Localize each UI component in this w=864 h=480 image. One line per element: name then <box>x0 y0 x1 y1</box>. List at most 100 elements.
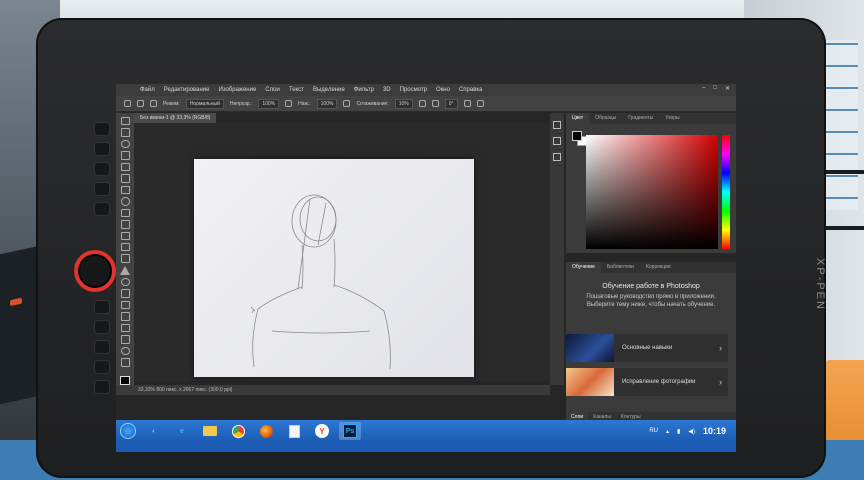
red-dial[interactable] <box>74 250 116 292</box>
pen-tool-icon[interactable] <box>120 289 130 298</box>
brush-icon[interactable] <box>137 100 144 107</box>
menu-window[interactable]: Окно <box>436 87 450 93</box>
quick-select-tool-icon[interactable] <box>120 151 130 160</box>
type-tool-icon[interactable] <box>120 300 130 310</box>
tab-color[interactable]: Цвет <box>566 113 590 124</box>
learn-card-basics[interactable]: Основные навыки › <box>566 334 728 362</box>
maximize-icon[interactable]: □ <box>713 85 717 92</box>
foreground-color-swatch[interactable] <box>120 375 130 385</box>
menu-filter[interactable]: Фильтр <box>354 87 374 93</box>
express-key-4[interactable] <box>94 182 110 196</box>
pressure-size-icon[interactable] <box>463 100 471 107</box>
explorer-taskbar-icon[interactable] <box>199 422 221 440</box>
blur-tool-icon[interactable] <box>120 265 130 275</box>
tab-gradients[interactable]: Градиенты <box>622 113 659 124</box>
eyedropper-tool-icon[interactable] <box>120 185 130 195</box>
menu-layers[interactable]: Слои <box>265 87 280 93</box>
adjustments-panel-icon[interactable] <box>553 153 561 161</box>
learn-card-photo-fix[interactable]: Исправление фотографии › <box>566 368 728 396</box>
healing-tool-icon[interactable] <box>120 197 130 206</box>
flow-field[interactable]: 100% <box>316 98 338 109</box>
menu-text[interactable]: Текст <box>289 87 304 93</box>
canvas-workspace[interactable] <box>134 123 550 381</box>
photoshop-taskbar-icon[interactable]: Ps <box>339 422 361 440</box>
photo-fix-thumbnail <box>566 368 614 396</box>
hue-slider[interactable] <box>722 135 730 249</box>
language-indicator[interactable]: RU <box>649 428 658 434</box>
express-key-7[interactable] <box>94 320 110 334</box>
home-icon[interactable] <box>124 100 131 107</box>
menu-image[interactable]: Изображение <box>218 87 256 93</box>
chrome-taskbar-icon[interactable] <box>227 422 249 440</box>
minimize-icon[interactable]: – <box>702 85 705 92</box>
express-key-10[interactable] <box>94 380 110 394</box>
path-select-tool-icon[interactable] <box>120 312 130 321</box>
frame-tool-icon[interactable] <box>120 174 130 183</box>
tab-learn[interactable]: Обучение <box>566 262 601 273</box>
smoothing-settings-icon[interactable] <box>418 100 426 107</box>
express-key-5[interactable] <box>94 202 110 216</box>
lasso-tool-icon[interactable] <box>120 139 130 149</box>
crop-tool-icon[interactable] <box>120 162 130 172</box>
stamp-tool-icon[interactable] <box>120 220 130 229</box>
angle-field[interactable]: 0° <box>444 98 458 109</box>
menu-help[interactable]: Справка <box>459 87 483 93</box>
mode-select[interactable]: Нормальный <box>185 98 224 109</box>
tab-libraries[interactable]: Библиотеки <box>601 262 640 273</box>
menu-view[interactable]: Просмотр <box>400 87 427 93</box>
express-key-9[interactable] <box>94 360 110 374</box>
shape-tool-icon[interactable] <box>120 323 130 333</box>
more-tools-icon[interactable] <box>120 358 130 367</box>
document-canvas[interactable] <box>194 159 474 377</box>
clock[interactable]: 10:19 <box>703 426 726 436</box>
files-taskbar-icon[interactable] <box>283 422 305 440</box>
document-tab[interactable]: Без имени-1 @ 33,3% (RGB/8) <box>134 113 217 123</box>
tab-adjustments[interactable]: Коррекция <box>640 262 677 273</box>
yandex-icon: Y <box>315 424 329 438</box>
tab-patterns[interactable]: Узоры <box>659 113 685 124</box>
smoothing-field[interactable]: 10% <box>394 98 413 109</box>
collapsed-panels-strip <box>550 113 564 385</box>
color-picker-field[interactable] <box>586 135 718 249</box>
menu-select[interactable]: Выделение <box>313 87 345 93</box>
history-panel-icon[interactable] <box>553 121 561 129</box>
express-key-8[interactable] <box>94 340 110 354</box>
tab-swatches[interactable]: Образцы <box>589 113 622 124</box>
firefox-taskbar-icon[interactable] <box>255 422 277 440</box>
marquee-tool-icon[interactable] <box>120 128 130 137</box>
ie-taskbar-icon[interactable]: e <box>171 422 193 440</box>
volume-icon[interactable]: ◀) <box>688 428 695 435</box>
zoom-tool-icon[interactable] <box>120 346 130 356</box>
brush-preset-icon[interactable] <box>150 100 157 107</box>
express-key-1[interactable] <box>94 122 110 136</box>
mode-label: Режим: <box>163 100 180 107</box>
express-key-2[interactable] <box>94 142 110 156</box>
properties-panel-icon[interactable] <box>553 137 561 145</box>
menu-3d[interactable]: 3D <box>383 87 391 93</box>
tray-expand-icon[interactable]: ▴ <box>666 428 669 435</box>
menu-edit[interactable]: Редактирование <box>164 87 210 93</box>
edge-taskbar-icon[interactable]: ◐ <box>143 422 165 440</box>
gradient-tool-icon[interactable] <box>120 254 130 263</box>
opacity-field[interactable]: 100% <box>258 98 280 109</box>
close-icon[interactable]: ✕ <box>725 85 730 92</box>
learn-panel-tabs: Обучение Библиотеки Коррекция <box>566 262 736 273</box>
yandex-taskbar-icon[interactable]: Y <box>311 422 333 440</box>
foreground-color-chip[interactable] <box>572 131 582 141</box>
symmetry-icon[interactable] <box>476 100 484 107</box>
pressure-opacity-icon[interactable] <box>285 100 293 107</box>
airbrush-icon[interactable] <box>343 100 351 107</box>
express-key-6[interactable] <box>94 300 110 314</box>
move-tool-icon[interactable] <box>120 117 130 126</box>
network-icon[interactable]: ▮ <box>677 428 680 435</box>
history-brush-tool-icon[interactable] <box>120 231 130 240</box>
eraser-tool-icon[interactable] <box>120 242 130 252</box>
hand-tool-icon[interactable] <box>120 335 130 344</box>
start-button[interactable] <box>120 423 136 439</box>
brush-tool-icon[interactable] <box>120 208 130 218</box>
menu-file[interactable]: Файл <box>140 87 155 93</box>
angle-icon[interactable] <box>431 100 439 107</box>
dodge-tool-icon[interactable] <box>120 277 130 287</box>
express-key-3[interactable] <box>94 162 110 176</box>
chevron-right-icon: › <box>719 343 722 353</box>
